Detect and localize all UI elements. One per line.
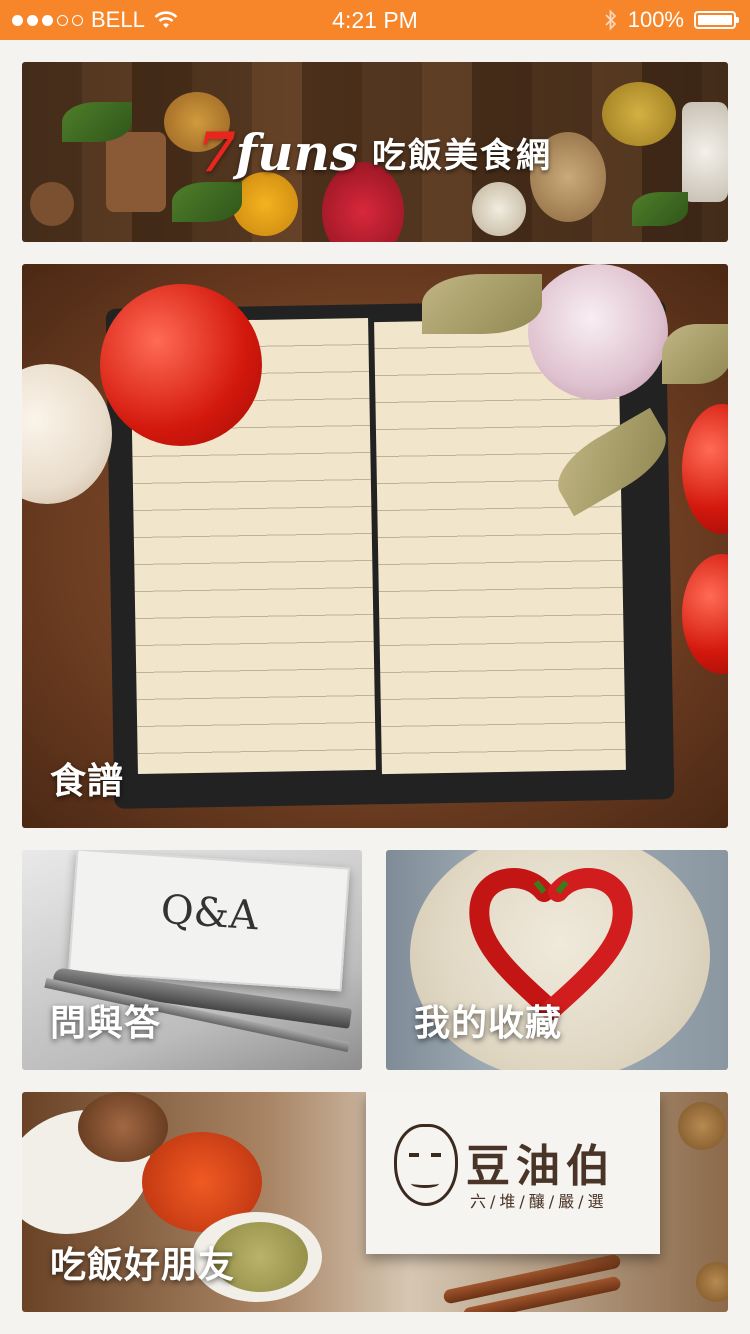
partner-logo-card: 豆油伯 六/堆/釀/嚴/選 <box>366 1092 660 1254</box>
favorites-label: 我的收藏 <box>414 1003 563 1044</box>
tile-partner[interactable]: 豆油伯 六/堆/釀/嚴/選 吃飯好朋友 <box>22 1092 728 1312</box>
battery-icon <box>694 11 739 29</box>
logo-word: funs <box>235 122 358 182</box>
status-bar: BELL 4:21 PM 100% <box>0 0 750 40</box>
qa-label: 問與答 <box>50 1003 162 1044</box>
recipes-label: 食譜 <box>50 761 125 802</box>
partner-name: 豆油伯 <box>466 1141 616 1192</box>
tomato-image <box>100 284 262 446</box>
tile-recipes[interactable]: 食譜 <box>22 264 728 828</box>
qa-card-image: Q&A <box>68 850 350 992</box>
brand-banner[interactable]: 7 funs 吃飯美食網 <box>22 62 728 242</box>
qa-card-text: Q&A <box>159 886 260 940</box>
bluetooth-icon <box>605 9 616 31</box>
site-name: 吃飯美食網 <box>371 135 552 176</box>
onion-image <box>22 364 112 504</box>
partner-label: 吃飯好朋友 <box>50 1245 236 1286</box>
tile-favorites[interactable]: 我的收藏 <box>386 850 728 1070</box>
founder-face-icon <box>394 1124 458 1206</box>
partner-tagline: 六/堆/釀/嚴/選 <box>470 1192 608 1211</box>
status-right: 100% <box>604 0 739 40</box>
battery-percent: 100% <box>627 7 684 32</box>
brand-logo: 7 funs 吃飯美食網 <box>22 62 728 242</box>
tile-qa[interactable]: Q&A 問與答 <box>22 850 362 1070</box>
garlic-image <box>528 264 668 400</box>
logo-number: 7 <box>198 120 236 184</box>
